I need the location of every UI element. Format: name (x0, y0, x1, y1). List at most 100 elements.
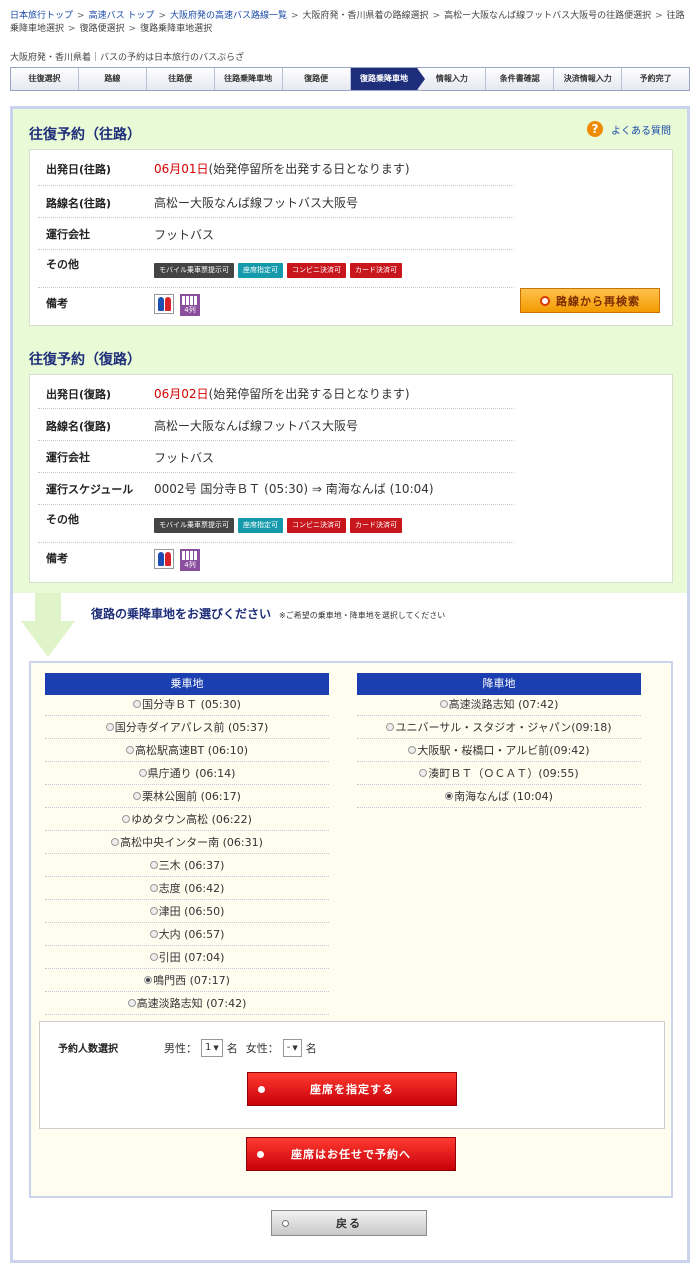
radio-button[interactable] (144, 976, 153, 984)
radio-button[interactable] (133, 792, 142, 800)
radio-button[interactable] (149, 930, 158, 938)
research-route-button[interactable]: 路線から再検索 (520, 288, 660, 313)
badge-mobile-ticket: モバイル乗車票提示可 (154, 518, 234, 533)
inbound-notes-row: 備考 4列 (38, 543, 514, 581)
faq-link[interactable]: ? よくある質問 (587, 121, 671, 137)
alighting-stop-label: 高速淡路志知 (07:42) (448, 698, 559, 711)
inbound-details-card: 出発日(復路) 06月02日(始発停留所を出発する日となります) 路線名(復路)… (29, 374, 673, 583)
male-count-select[interactable]: 1 ▼ (201, 1039, 223, 1057)
outbound-route-label: 路線名(往路) (46, 197, 112, 210)
auto-seat-reserve-button[interactable]: 座席はお任せで予約へ (246, 1137, 456, 1171)
boarding-stop-option[interactable]: 津田 (06:50) (45, 900, 329, 923)
outbound-amenity-icons: 4列 (154, 294, 200, 316)
radio-button[interactable] (127, 999, 136, 1007)
step-item: 情報入力 (418, 68, 487, 90)
passenger-count-selectors: 男性： 1 ▼ 名 女性： - ▼ 名 (164, 1039, 317, 1057)
research-route-label: 路線から再検索 (556, 294, 640, 308)
button-bullet-icon (282, 1220, 289, 1227)
boarding-stop-option[interactable]: ゆめタウン高松 (06:22) (45, 808, 329, 831)
badge-convenience-payment: コンビニ決済可 (287, 263, 346, 278)
radio-button[interactable] (105, 723, 114, 731)
auto-seat-reserve-label: 座席はお任せで予約へ (291, 1148, 411, 1161)
radio-button[interactable] (138, 769, 147, 777)
inbound-date-label: 出発日(復路) (46, 388, 112, 401)
boarding-stop-option[interactable]: 国分寺ＢＴ (05:30) (45, 693, 329, 716)
radio-button[interactable] (149, 884, 158, 892)
badge-convenience-payment: コンビニ決済可 (287, 518, 346, 533)
inbound-section-title: 往復予約（復路） (29, 352, 141, 368)
breadcrumb: 日本旅行トップ > 高速バス トップ > 大阪府発の高速バス路線一覧 > 大阪府発・香川県着… (10, 10, 690, 36)
radio-button[interactable] (111, 838, 120, 846)
search-icon (540, 295, 550, 306)
breadcrumb-separator: > (291, 11, 299, 21)
outbound-details-card: 出発日(往路) 06月01日(始発停留所を出発する日となります) 路線名(往路)… (29, 149, 673, 326)
radio-button[interactable] (149, 861, 158, 869)
boarding-stop-label: ゆめタウン高松 (06:22) (131, 813, 252, 826)
down-arrow-icon (21, 593, 75, 657)
breadcrumb-item[interactable]: 大阪府発の高速バス路線一覧 (170, 11, 287, 21)
boarding-stop-option[interactable]: 高松駅高速BT (06:10) (45, 739, 329, 762)
inbound-company-label: 運行会社 (46, 451, 90, 464)
boarding-stop-option[interactable]: 三木 (06:37) (45, 854, 329, 877)
back-button[interactable]: 戻る (271, 1210, 427, 1236)
breadcrumb-separator: > (68, 24, 76, 34)
radio-button[interactable] (149, 907, 158, 915)
boarding-stop-option[interactable]: 志度 (06:42) (45, 877, 329, 900)
page-subtitle: 大阪府発・香川県着｜バスの予約は日本旅行のバスぷらざ (10, 53, 245, 63)
main-frame: 往復予約（往路） ? よくある質問 出発日(往路) 06月01日(始発停留所を出… (10, 106, 690, 1263)
button-bullet-icon (257, 1151, 264, 1158)
inbound-other-label: その他 (46, 513, 79, 526)
faq-label: よくある質問 (611, 125, 671, 137)
inbound-company-value: フットバス (154, 451, 215, 465)
boarding-stop-option[interactable]: 大内 (06:57) (45, 923, 329, 946)
radio-button[interactable] (149, 953, 158, 961)
boarding-stop-label: 高速淡路志知 (07:42) (136, 997, 247, 1010)
alighting-stop-option[interactable]: 南海なんば (10:04) (357, 785, 641, 808)
radio-button[interactable] (386, 723, 395, 731)
boarding-stop-option[interactable]: 高松中央インター南 (06:31) (45, 831, 329, 854)
radio-button[interactable] (408, 746, 417, 754)
breadcrumb-item[interactable]: 日本旅行トップ (10, 11, 73, 21)
boarding-stop-label: 栗林公園前 (06:17) (142, 790, 241, 803)
boarding-stop-option[interactable]: 国分寺ダイアパレス前 (05:37) (45, 716, 329, 739)
outbound-date-label: 出発日(往路) (46, 163, 112, 176)
boarding-stop-option[interactable]: 栗林公園前 (06:17) (45, 785, 329, 808)
radio-button[interactable] (122, 815, 131, 823)
step-progress-bar: 往復選択 路線 往路便 往路乗降車地 復路便 復路乗降車地 情報入力 条件書確認 決済情報入力予… (10, 67, 690, 91)
alighting-stop-option[interactable]: ユニバーサル・スタジオ・ジャパン(09:18) (357, 716, 641, 739)
four-row-seat-icon: 4列 (180, 294, 200, 316)
radio-button[interactable] (439, 700, 448, 708)
breadcrumb-item: 復路乗降車地選択 (140, 24, 213, 34)
boarding-stop-label: 高松中央インター南 (06:31) (120, 836, 263, 849)
alighting-stop-option[interactable]: 湊町ＢＴ（ＯＣＡＴ）(09:55) (357, 762, 641, 785)
step-item: 条件書確認 (486, 68, 555, 90)
boarding-stop-label: 高松駅高速BT (06:10) (134, 744, 249, 757)
badge-card-payment: カード決済可 (350, 263, 402, 278)
boarding-stop-option[interactable]: 引田 (07:04) (45, 946, 329, 969)
outbound-notes-row: 備考 4列 (38, 288, 514, 326)
boarding-stop-option[interactable]: 県庁通り (06:14) (45, 762, 329, 785)
outbound-company-row: 運行会社 フットバス (38, 218, 514, 250)
female-count-select[interactable]: - ▼ (282, 1039, 302, 1057)
stop-selection-note: ※ご希望の乗車地・降車地を選択してください (279, 611, 446, 620)
select-seat-button[interactable]: 座席を指定する (247, 1072, 457, 1106)
breadcrumb-item[interactable]: 高速バス トップ (89, 11, 155, 21)
inbound-route-row: 路線名(復路) 高松ー大阪なんば線フットバス大阪号 (38, 409, 514, 441)
step-item: 往復選択 (11, 68, 79, 90)
select-seat-label: 座席を指定する (310, 1083, 394, 1096)
stop-selection-heading: 復路の乗降車地をお選びください ※ご希望の乗車地・降車地を選択してください (91, 605, 445, 622)
boarding-stop-label: 津田 (06:50) (158, 905, 225, 918)
radio-button[interactable] (419, 769, 428, 777)
boarding-stop-option[interactable]: 高速淡路志知 (07:42) (45, 992, 329, 1015)
boarding-stop-option[interactable]: 鳴門西 (07:17) (45, 969, 329, 992)
radio-button[interactable] (125, 746, 134, 754)
stop-selection-panel: 乗車地 降車地 国分寺ＢＴ (05:30) 国分寺ダイアパレス前 (05:37) 高… (29, 661, 673, 1198)
stop-selection-title: 復路の乗降車地をお選びください (91, 607, 272, 621)
step-item: 往路便 (146, 68, 215, 90)
radio-button[interactable] (133, 700, 142, 708)
alighting-stop-label: 南海なんば (10:04) (454, 790, 553, 803)
radio-button[interactable] (445, 792, 454, 800)
alighting-stop-option[interactable]: 高速淡路志知 (07:42) (357, 693, 641, 716)
alighting-stop-option[interactable]: 大阪駅・桜橋口・アルビ前(09:42) (357, 739, 641, 762)
inbound-amenity-icons: 4列 (154, 549, 200, 571)
